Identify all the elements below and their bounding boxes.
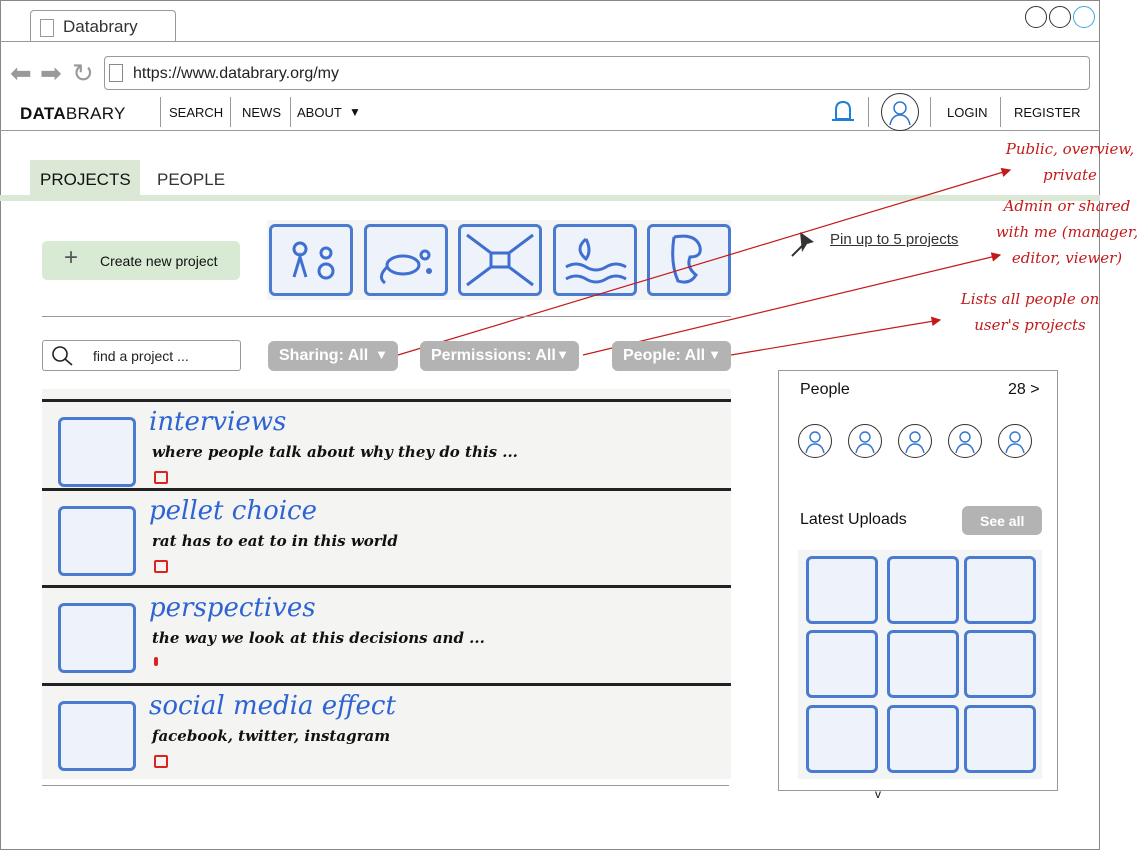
user-icon xyxy=(855,431,875,454)
people-title: People xyxy=(800,381,850,398)
avatar[interactable] xyxy=(998,424,1032,458)
project-title: interviews xyxy=(149,407,287,437)
info-icon xyxy=(154,657,158,666)
project-list: interviews where people talk about why t… xyxy=(42,389,731,779)
user-icon xyxy=(805,431,825,454)
arrow-people xyxy=(730,316,942,356)
unlock-icon xyxy=(154,560,168,573)
filter-permissions-label: Permissions: All xyxy=(431,347,556,364)
row-divider xyxy=(42,399,731,402)
upload-thumbnail[interactable] xyxy=(887,556,959,624)
filter-permissions[interactable]: Permissions: All ▼ xyxy=(420,341,579,371)
see-all-label: See all xyxy=(980,513,1025,529)
search-input[interactable]: find a project ... xyxy=(42,340,241,371)
list-bottom-divider xyxy=(42,785,729,786)
see-all-button[interactable]: See all xyxy=(962,506,1042,535)
upload-thumbnail[interactable] xyxy=(964,630,1036,698)
rat-sketch-icon xyxy=(58,506,136,576)
arrow-permissions xyxy=(582,252,1002,356)
upload-thumbnail[interactable] xyxy=(806,705,878,773)
filter-sharing[interactable]: Sharing: All ▼ xyxy=(268,341,398,371)
project-title: pellet choice xyxy=(149,496,317,526)
lock-icon xyxy=(154,755,168,768)
user-icon xyxy=(955,431,975,454)
chevron-down-icon: ▼ xyxy=(556,347,569,362)
project-description: facebook, twitter, instagram xyxy=(152,727,391,745)
project-description: rat has to eat to in this world xyxy=(152,532,398,550)
upload-thumbnail[interactable] xyxy=(887,630,959,698)
project-row-perspectives[interactable]: perspectives the way we look at this dec… xyxy=(42,585,731,682)
filter-sharing-label: Sharing: All xyxy=(279,347,369,364)
faces-sketch-icon xyxy=(58,701,136,771)
user-icon xyxy=(905,431,925,454)
unlock-icon xyxy=(154,471,168,484)
face-sketch-icon xyxy=(58,417,136,487)
chevron-down-icon: ▼ xyxy=(375,347,388,362)
project-row-interviews[interactable]: interviews where people talk about why t… xyxy=(42,399,731,496)
row-divider xyxy=(42,585,731,588)
user-icon xyxy=(1005,431,1025,454)
project-description: the way we look at this decisions and ..… xyxy=(152,629,485,647)
project-title: perspectives xyxy=(149,593,316,623)
avatar[interactable] xyxy=(848,424,882,458)
search-placeholder: find a project ... xyxy=(93,348,189,364)
project-row-social-media-effect[interactable]: social media effect facebook, twitter, i… xyxy=(42,683,731,780)
project-description: where people talk about why they do this… xyxy=(152,443,518,461)
expand-caret-icon[interactable]: v xyxy=(875,787,881,801)
filter-people[interactable]: People: All ▼ xyxy=(612,341,731,371)
filter-people-label: People: All xyxy=(623,347,706,364)
arrow-sharing xyxy=(397,167,1012,356)
search-icon xyxy=(52,346,73,366)
chevron-down-icon: ▼ xyxy=(708,347,721,362)
upload-thumbnail[interactable] xyxy=(806,556,878,624)
avatar[interactable] xyxy=(898,424,932,458)
latest-uploads-grid xyxy=(798,550,1042,779)
upload-thumbnail[interactable] xyxy=(887,705,959,773)
upload-thumbnail[interactable] xyxy=(964,705,1036,773)
row-divider xyxy=(42,683,731,686)
people-count-link[interactable]: 28 > xyxy=(1008,381,1040,399)
project-row-pellet-choice[interactable]: pellet choice rat has to eat to in this … xyxy=(42,488,731,585)
section-divider xyxy=(42,316,731,317)
latest-uploads-title: Latest Uploads xyxy=(800,511,907,528)
upload-thumbnail[interactable] xyxy=(964,556,1036,624)
avatar[interactable] xyxy=(798,424,832,458)
avatar[interactable] xyxy=(948,424,982,458)
upload-thumbnail[interactable] xyxy=(806,630,878,698)
project-title: social media effect xyxy=(149,691,396,721)
row-divider xyxy=(42,488,731,491)
perspective-sketch-icon xyxy=(58,603,136,673)
